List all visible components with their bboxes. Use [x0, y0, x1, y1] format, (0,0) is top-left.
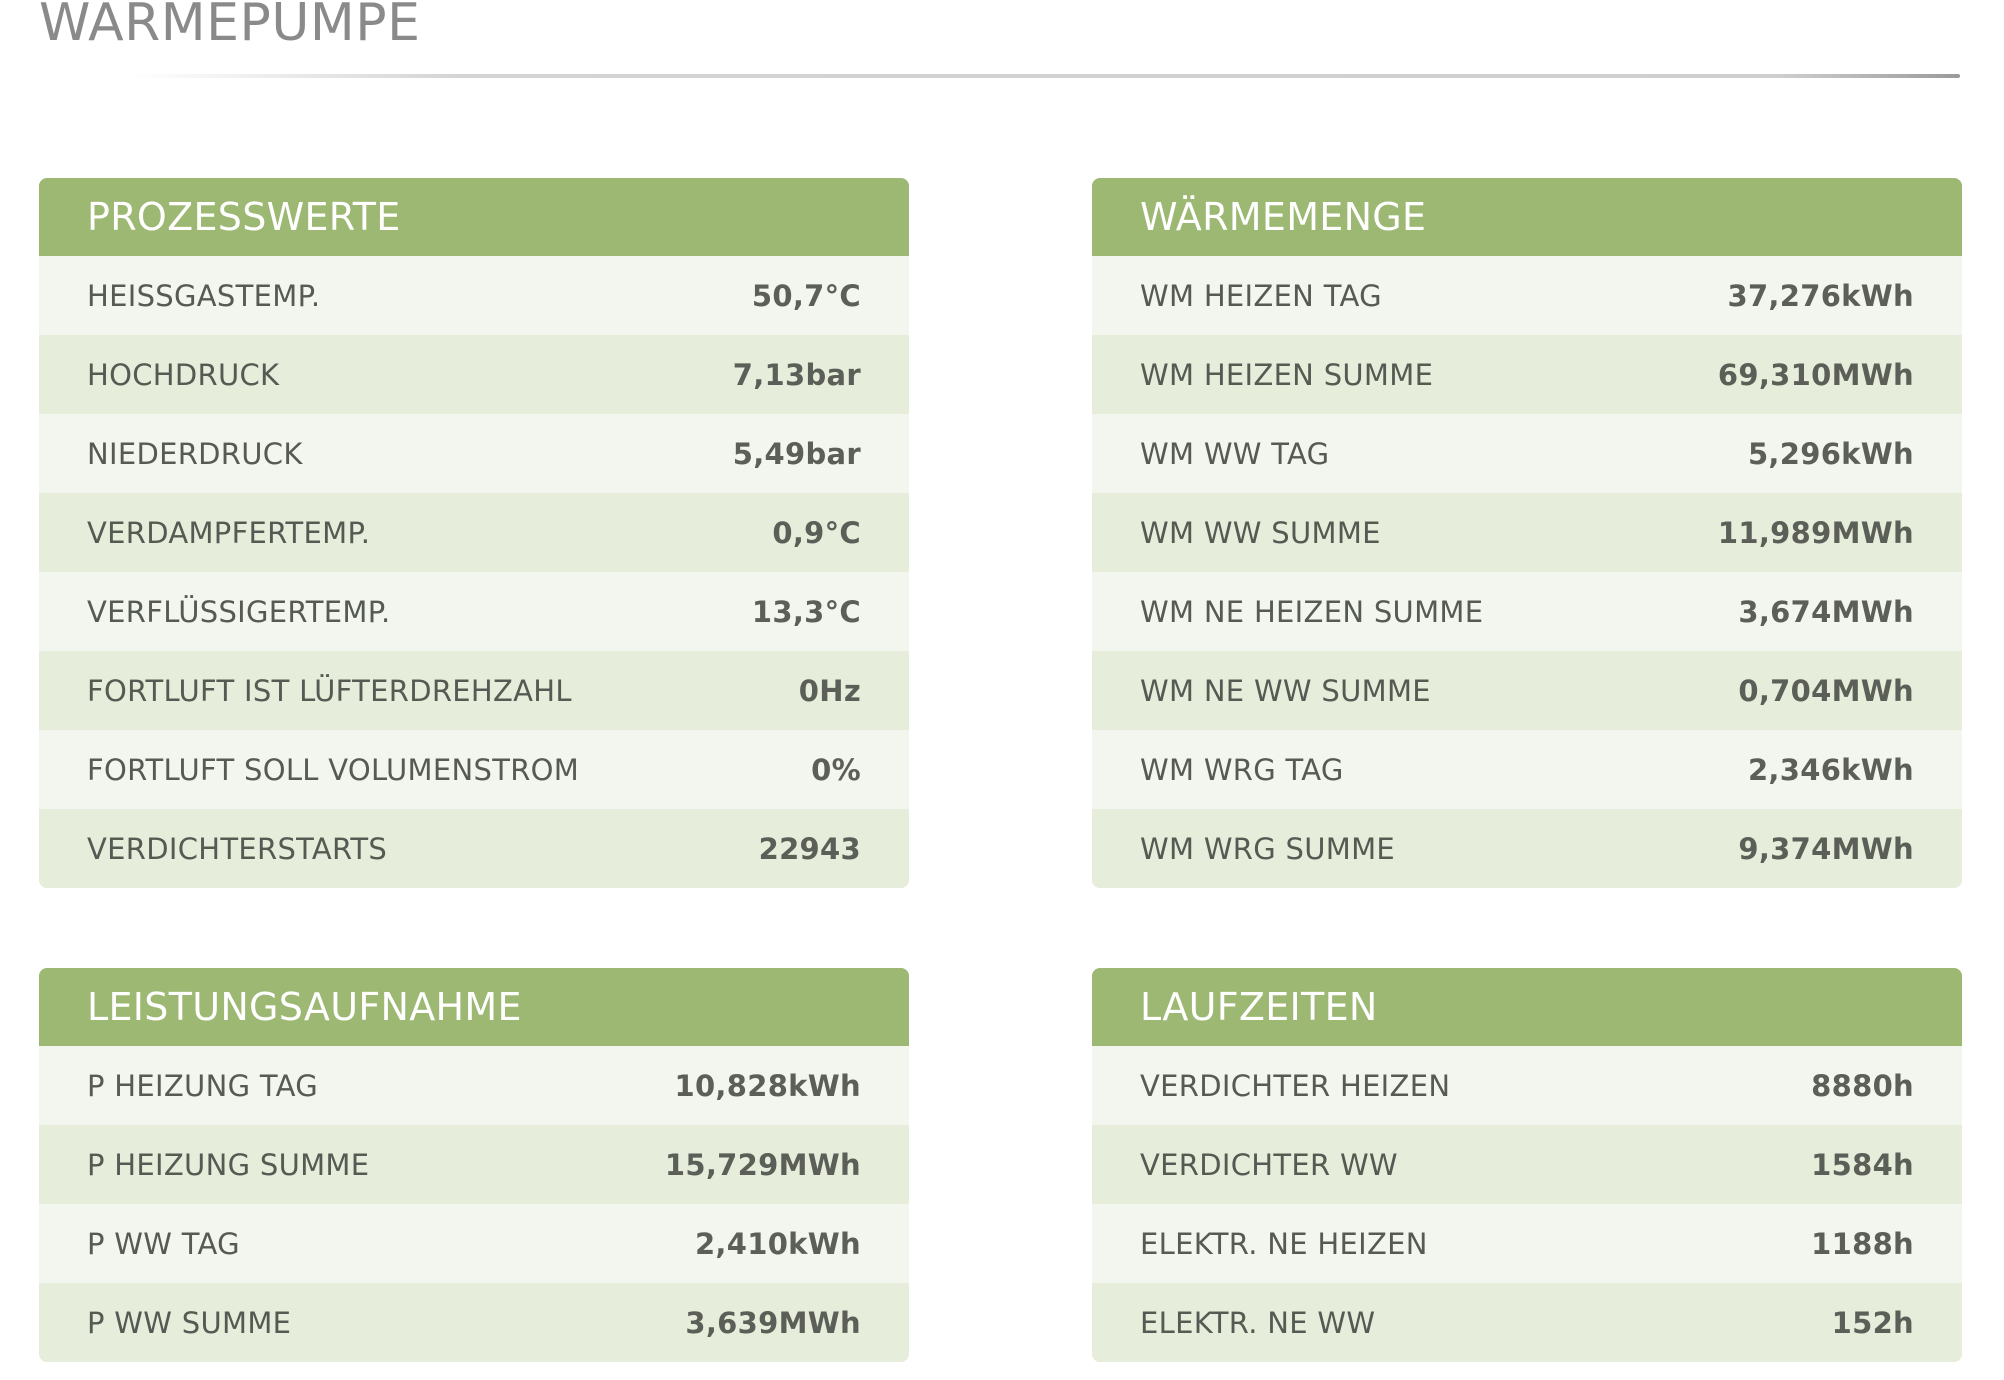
- panel-rows: P HEIZUNG TAG 10,828kWh P HEIZUNG SUMME 15…: [39, 1046, 909, 1362]
- table-row: HOCHDRUCK 7,13bar: [39, 335, 909, 414]
- row-value: 50,7°C: [751, 278, 861, 313]
- row-label: HOCHDRUCK: [87, 357, 280, 392]
- table-row: HEISSGASTEMP. 50,7°C: [39, 256, 909, 335]
- table-row: VERDICHTER WW 1584h: [1092, 1125, 1962, 1204]
- row-value: 11,989MWh: [1717, 515, 1914, 550]
- table-row: WM HEIZEN TAG 37,276kWh: [1092, 256, 1962, 335]
- row-value: 3,639MWh: [685, 1305, 861, 1340]
- row-label: WM NE WW SUMME: [1140, 673, 1431, 708]
- row-label: P HEIZUNG TAG: [87, 1068, 319, 1103]
- panel-waermemenge: WÄRMEMENGE WM HEIZEN TAG 37,276kWh WM HEI…: [1092, 178, 1962, 888]
- table-row: WM NE HEIZEN SUMME 3,674MWh: [1092, 572, 1962, 651]
- row-label: NIEDERDRUCK: [87, 436, 303, 471]
- row-value: 1188h: [1811, 1226, 1914, 1261]
- row-label: ELEKTR. NE HEIZEN: [1140, 1226, 1428, 1261]
- title-divider: [130, 74, 1960, 78]
- panel-rows: VERDICHTER HEIZEN 8880h VERDICHTER WW 1584…: [1092, 1046, 1962, 1362]
- row-value: 1584h: [1811, 1147, 1914, 1182]
- row-value: 9,374MWh: [1738, 831, 1914, 866]
- table-row: ELEKTR. NE HEIZEN 1188h: [1092, 1204, 1962, 1283]
- row-label: WM HEIZEN SUMME: [1140, 357, 1434, 392]
- panel-laufzeiten: LAUFZEITEN VERDICHTER HEIZEN 8880h VERDIC…: [1092, 968, 1962, 1362]
- row-label: WM WRG TAG: [1140, 752, 1344, 787]
- row-value: 69,310MWh: [1717, 357, 1914, 392]
- row-label: HEISSGASTEMP.: [87, 278, 321, 313]
- row-value: 5,296kWh: [1747, 436, 1914, 471]
- table-row: VERDAMPFERTEMP. 0,9°C: [39, 493, 909, 572]
- table-row: VERDICHTER HEIZEN 8880h: [1092, 1046, 1962, 1125]
- table-row: NIEDERDRUCK 5,49bar: [39, 414, 909, 493]
- panel-prozesswerte: PROZESSWERTE HEISSGASTEMP. 50,7°C HOCHDRU…: [39, 178, 909, 888]
- table-row: ELEKTR. NE WW 152h: [1092, 1283, 1962, 1362]
- row-label: VERDICHTER WW: [1140, 1147, 1398, 1182]
- page: WÄRMEPUMPE PROZESSWERTE HEISSGASTEMP. 50,…: [0, 0, 2004, 1380]
- table-row: WM WW SUMME 11,989MWh: [1092, 493, 1962, 572]
- row-value: 15,729MWh: [664, 1147, 861, 1182]
- panel-rows: HEISSGASTEMP. 50,7°C HOCHDRUCK 7,13bar NIE…: [39, 256, 909, 888]
- page-title: WÄRMEPUMPE: [39, 0, 421, 53]
- row-label: P HEIZUNG SUMME: [87, 1147, 370, 1182]
- row-label: P WW TAG: [87, 1226, 240, 1261]
- table-row: P WW SUMME 3,639MWh: [39, 1283, 909, 1362]
- row-value: 3,674MWh: [1738, 594, 1914, 629]
- row-value: 0%: [811, 752, 861, 787]
- table-row: FORTLUFT IST LÜFTERDREHZAHL 0Hz: [39, 651, 909, 730]
- row-label: VERFLÜSSIGERTEMP.: [87, 594, 391, 629]
- row-value: 0,9°C: [772, 515, 861, 550]
- panel-title: WÄRMEMENGE: [1092, 178, 1962, 256]
- table-row: WM NE WW SUMME 0,704MWh: [1092, 651, 1962, 730]
- row-value: 5,49bar: [732, 436, 861, 471]
- table-row: P HEIZUNG SUMME 15,729MWh: [39, 1125, 909, 1204]
- row-label: VERDICHTERSTARTS: [87, 831, 388, 866]
- table-row: VERDICHTERSTARTS 22943: [39, 809, 909, 888]
- table-row: WM WRG TAG 2,346kWh: [1092, 730, 1962, 809]
- row-value: 0Hz: [798, 673, 861, 708]
- row-value: 8880h: [1811, 1068, 1914, 1103]
- row-label: WM NE HEIZEN SUMME: [1140, 594, 1484, 629]
- row-value: 2,346kWh: [1747, 752, 1914, 787]
- row-value: 37,276kWh: [1727, 278, 1914, 313]
- row-label: WM WW TAG: [1140, 436, 1330, 471]
- row-value: 152h: [1831, 1305, 1914, 1340]
- row-label: WM HEIZEN TAG: [1140, 278, 1382, 313]
- panel-rows: WM HEIZEN TAG 37,276kWh WM HEIZEN SUMME 69…: [1092, 256, 1962, 888]
- table-row: WM HEIZEN SUMME 69,310MWh: [1092, 335, 1962, 414]
- panel-leistungsaufnahme: LEISTUNGSAUFNAHME P HEIZUNG TAG 10,828kWh…: [39, 968, 909, 1362]
- panel-title: PROZESSWERTE: [39, 178, 909, 256]
- row-value: 10,828kWh: [674, 1068, 861, 1103]
- table-row: P HEIZUNG TAG 10,828kWh: [39, 1046, 909, 1125]
- row-value: 2,410kWh: [694, 1226, 861, 1261]
- table-row: WM WW TAG 5,296kWh: [1092, 414, 1962, 493]
- row-value: 0,704MWh: [1738, 673, 1914, 708]
- row-label: FORTLUFT SOLL VOLUMENSTROM: [87, 752, 580, 787]
- row-label: FORTLUFT IST LÜFTERDREHZAHL: [87, 673, 572, 708]
- table-row: FORTLUFT SOLL VOLUMENSTROM 0%: [39, 730, 909, 809]
- row-label: ELEKTR. NE WW: [1140, 1305, 1376, 1340]
- row-value: 13,3°C: [751, 594, 861, 629]
- table-row: P WW TAG 2,410kWh: [39, 1204, 909, 1283]
- row-label: WM WW SUMME: [1140, 515, 1381, 550]
- table-row: VERFLÜSSIGERTEMP. 13,3°C: [39, 572, 909, 651]
- row-label: WM WRG SUMME: [1140, 831, 1396, 866]
- panel-title: LEISTUNGSAUFNAHME: [39, 968, 909, 1046]
- row-label: VERDAMPFERTEMP.: [87, 515, 371, 550]
- panel-title: LAUFZEITEN: [1092, 968, 1962, 1046]
- row-value: 7,13bar: [732, 357, 861, 392]
- row-value: 22943: [758, 831, 861, 866]
- table-row: WM WRG SUMME 9,374MWh: [1092, 809, 1962, 888]
- row-label: VERDICHTER HEIZEN: [1140, 1068, 1451, 1103]
- row-label: P WW SUMME: [87, 1305, 292, 1340]
